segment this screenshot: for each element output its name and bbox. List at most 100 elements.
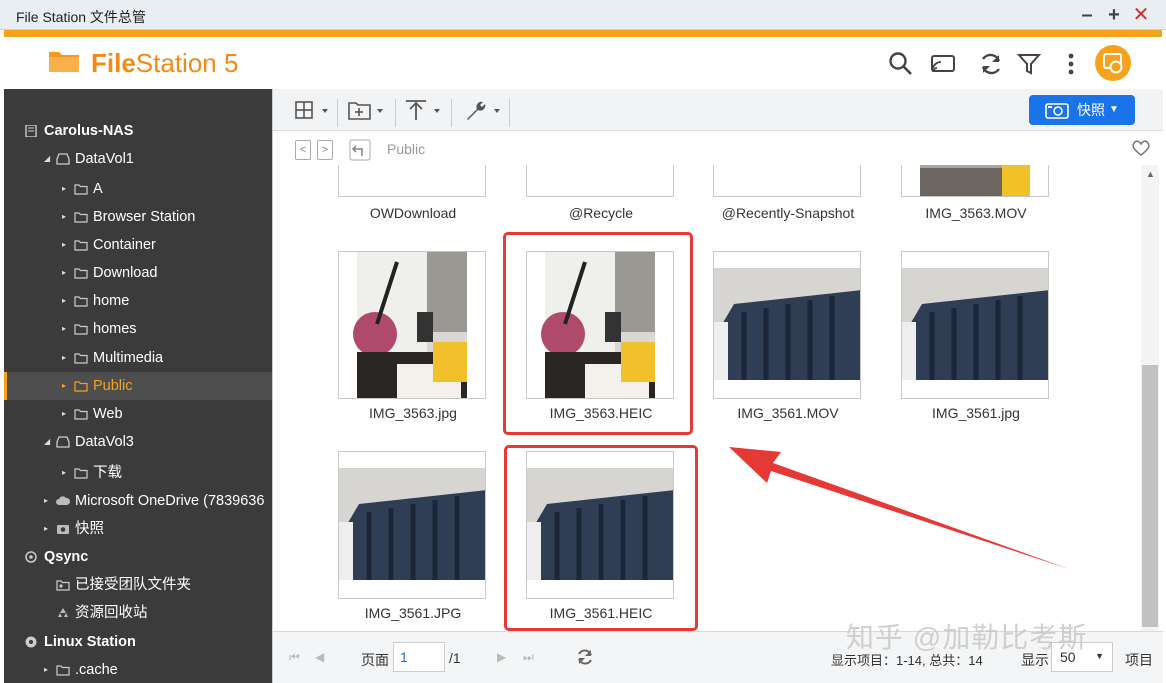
chevron-down-icon: ▼ [1095,651,1104,661]
tree-item-snapshot[interactable]: ▸ 快照 [4,515,272,543]
tree-label: DataVol3 [75,434,134,450]
tree-item-datavol1[interactable]: ◢ DataVol1 [4,145,272,173]
accent-strip [4,30,1162,37]
expand-icon[interactable]: ▸ [44,515,52,543]
tools-icon[interactable] [463,97,505,123]
folder-icon [74,324,88,335]
cast-icon[interactable] [930,51,956,77]
filter-icon[interactable] [1016,51,1042,77]
upload-icon[interactable] [403,97,445,123]
folder-icon [74,268,88,279]
annotation-arrow [729,447,1069,569]
path-bar: < > Public [273,131,1163,165]
scroll-thumb[interactable] [1142,365,1158,627]
linux-station-icon [25,636,37,648]
tree-item-public[interactable]: ▸ Public [4,372,272,400]
team-folder-icon [56,580,70,591]
scroll-up-icon[interactable]: ▲ [1146,169,1155,179]
tree-item-download[interactable]: ▸ Download [4,259,272,287]
tree-item-cache[interactable]: ▸ .cache [4,656,272,683]
watermark: 知乎 @加勒比考斯 [846,622,1088,653]
search-icon[interactable] [888,51,914,77]
parent-folder-icon[interactable] [349,139,371,161]
tree-item-team-folder[interactable]: 已接受团队文件夹 [4,571,272,599]
prev-page-icon[interactable]: ◀ [315,650,324,664]
more-icon[interactable] [1058,51,1084,77]
tree-item-recycle-bin[interactable]: 资源回收站 [4,599,272,627]
folder-icon [56,665,70,676]
tree-label: homes [93,321,137,337]
folder-icon [74,468,88,479]
minimize-icon[interactable]: – [1076,4,1098,26]
close-icon[interactable]: ✕ [1130,4,1152,26]
collapse-icon[interactable]: ◢ [44,428,52,456]
page-input[interactable]: 1 [393,642,445,672]
folder-icon [74,409,88,420]
expand-icon[interactable]: ▸ [62,372,70,400]
expand-icon[interactable]: ▸ [62,175,70,203]
expand-icon[interactable]: ▸ [62,203,70,231]
snapshot-icon [57,525,69,534]
tree-label: Web [93,406,123,422]
tree-item-container[interactable]: ▸ Container [4,231,272,259]
tree-item-linux-station[interactable]: Linux Station [4,628,272,656]
folder-icon [74,184,88,195]
tree-item-browser-station[interactable]: ▸ Browser Station [4,203,272,231]
expand-icon[interactable]: ▸ [44,656,52,683]
nas-icon [25,125,37,137]
tree-label: Qsync [44,549,89,565]
expand-icon[interactable]: ▸ [62,400,70,428]
tree-item-datavol3[interactable]: ◢ DataVol3 [4,428,272,456]
first-page-icon[interactable]: ⏮ [289,650,300,665]
toolbar-separator [395,99,396,127]
next-page-icon[interactable]: ▶ [497,650,506,664]
expand-icon[interactable]: ▸ [62,287,70,315]
folder-icon [74,353,88,364]
collapse-icon[interactable]: ◢ [44,145,52,173]
page-total: /1 [449,650,461,666]
expand-icon[interactable]: ▸ [62,231,70,259]
toolbar-separator [337,99,338,127]
tree-item-nas[interactable]: Carolus-NAS [4,117,272,145]
forward-button[interactable]: > [317,140,333,160]
tree-label: Linux Station [44,634,136,650]
view-mode-icon[interactable] [293,97,333,123]
tree-item-web[interactable]: ▸ Web [4,400,272,428]
expand-icon[interactable]: ▸ [62,259,70,287]
tree-item-qsync[interactable]: Qsync [4,543,272,571]
maximize-icon[interactable]: + [1103,4,1125,26]
back-button[interactable]: < [295,140,311,160]
tree-label: 快照 [75,521,104,537]
expand-icon[interactable]: ▸ [44,487,52,515]
tree-label: Microsoft OneDrive (7839636 [75,493,265,509]
tree-item-onedrive[interactable]: ▸ Microsoft OneDrive (7839636 [4,487,272,515]
active-indicator [4,372,7,400]
tree-item-home[interactable]: ▸ home [4,287,272,315]
recycle-icon [58,608,68,617]
tree-label: home [93,293,130,309]
tree-item-a[interactable]: ▸ A [4,175,272,203]
tree-label: Browser Station [93,209,196,225]
reload-icon[interactable] [576,648,594,666]
refresh-icon[interactable] [978,51,1004,77]
app-brand: FileStation 5 [91,48,238,79]
folder-icon [74,240,88,251]
tree-label: Container [93,237,156,253]
vertical-scrollbar[interactable]: ▲ [1141,165,1159,631]
expand-icon[interactable]: ▸ [62,459,70,487]
snapshot-button[interactable]: 快照 ▼ [1029,95,1135,125]
tree-item-homes[interactable]: ▸ homes [4,315,272,343]
volume-icon [56,436,70,448]
background-task-icon[interactable] [1094,44,1132,82]
tree-item-multimedia[interactable]: ▸ Multimedia [4,344,272,372]
page-label: 页面 [361,652,389,668]
cloud-icon [56,496,70,505]
tree-item-xiazai[interactable]: ▸ 下载 [4,459,272,487]
last-page-icon[interactable]: ⏭ [523,650,534,665]
favorite-icon[interactable] [1131,139,1151,157]
new-folder-icon[interactable] [347,97,389,123]
volume-icon [56,153,70,165]
expand-icon[interactable]: ▸ [62,344,70,372]
page-value: 1 [400,649,408,665]
expand-icon[interactable]: ▸ [62,315,70,343]
